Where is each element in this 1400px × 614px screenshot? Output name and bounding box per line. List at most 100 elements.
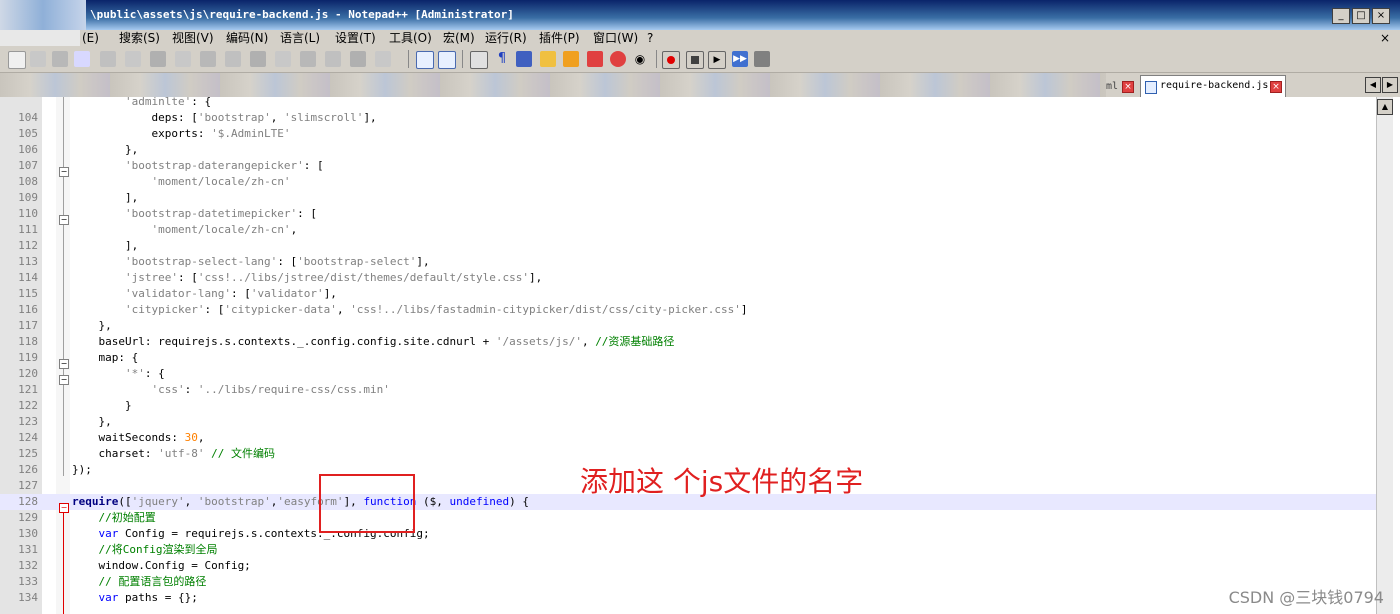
- line-number: 134: [18, 591, 38, 604]
- line-number: 126: [18, 463, 38, 476]
- menu-edit[interactable]: (E): [82, 30, 99, 46]
- sync-scroll-v-icon[interactable]: [416, 51, 434, 69]
- vertical-scrollbar[interactable]: ▲: [1376, 97, 1393, 614]
- user-lang-icon[interactable]: [540, 51, 556, 67]
- monitoring-eye-icon[interactable]: ◉: [632, 51, 648, 67]
- code-text: 'adminlte': {: [124, 97, 212, 108]
- blurred-app-icon: [0, 0, 86, 30]
- code-text: },: [72, 415, 112, 428]
- code-line: 107 'bootstrap-daterangepicker': [: [0, 158, 1376, 174]
- code-text: exports: '$.AdminLTE': [72, 127, 291, 140]
- menu-macro[interactable]: 宏(M): [443, 30, 475, 46]
- blurred-icon: [300, 51, 316, 67]
- menu-plugins[interactable]: 插件(P): [539, 30, 580, 46]
- code-text: ],: [72, 239, 139, 252]
- show-all-chars-icon[interactable]: ¶: [494, 51, 510, 67]
- blurred-icon: [52, 51, 68, 67]
- code-line: 105 exports: '$.AdminLTE': [0, 126, 1376, 142]
- code-text: // 配置语言包的路径: [98, 575, 207, 588]
- code-line: 106 },: [0, 142, 1376, 158]
- tab-close-icon[interactable]: ×: [1122, 81, 1134, 93]
- code-line: 115 'validator-lang': ['validator'],: [0, 286, 1376, 302]
- line-number: 116: [18, 303, 38, 316]
- code-text: waitSeconds: 30,: [72, 431, 205, 444]
- tab-close-icon[interactable]: ×: [1270, 81, 1282, 93]
- blurred-icon: [350, 51, 366, 67]
- code-text: 'moment/locale/zh-cn',: [151, 223, 298, 236]
- blurred-icon: [150, 51, 166, 67]
- code-text: deps: ['bootstrap', 'slimscroll'],: [72, 111, 377, 124]
- line-number: 107: [18, 159, 38, 172]
- line-number: 120: [18, 367, 38, 380]
- code-line: 118 baseUrl: requirejs.s.contexts._.conf…: [0, 334, 1376, 350]
- line-number: 133: [18, 575, 38, 588]
- code-line: 104 deps: ['bootstrap', 'slimscroll'],: [0, 110, 1376, 126]
- line-number: 110: [18, 207, 38, 220]
- menu-language[interactable]: 语言(L): [280, 30, 320, 46]
- line-number: 131: [18, 543, 38, 556]
- close-button[interactable]: ×: [1372, 8, 1390, 24]
- word-wrap-icon[interactable]: [470, 51, 488, 69]
- fold-toggle[interactable]: −: [59, 359, 69, 369]
- tab-scroll-right-icon[interactable]: ▶: [1382, 77, 1398, 93]
- maximize-button[interactable]: □: [1352, 8, 1370, 24]
- play-macro-icon[interactable]: ▶: [708, 51, 726, 69]
- menu-run[interactable]: 运行(R): [485, 30, 527, 46]
- tab-partial[interactable]: ml: [1106, 78, 1118, 96]
- fold-toggle[interactable]: −: [59, 167, 69, 177]
- run-macro-multiple-icon[interactable]: ▶▶: [732, 51, 748, 67]
- line-number: 125: [18, 447, 38, 460]
- window-title: \public\assets\js\require-backend.js - N…: [90, 8, 514, 21]
- code-text: 'bootstrap-datetimepicker': [: [124, 207, 318, 220]
- code-editor[interactable]: 'adminlte': { 104 deps: ['bootstrap', 'sl…: [0, 97, 1376, 614]
- line-number: 117: [18, 319, 38, 332]
- toolbar: ¶ ◉ ▶ ▶▶: [0, 46, 1400, 73]
- new-file-icon[interactable]: [8, 51, 26, 69]
- fold-toggle[interactable]: −: [59, 215, 69, 225]
- code-line: 113 'bootstrap-select-lang': ['bootstrap…: [0, 254, 1376, 270]
- doc-map-icon[interactable]: [563, 51, 579, 67]
- stop-macro-icon[interactable]: [686, 51, 704, 69]
- tab-label: require-backend.js: [1160, 80, 1269, 91]
- line-number: 128: [18, 495, 38, 508]
- tab-scroll-arrows: ◀ ▶: [1365, 77, 1398, 93]
- line-number: 132: [18, 559, 38, 572]
- code-line: 114 'jstree': ['css!../libs/jstree/dist/…: [0, 270, 1376, 286]
- toolbar-separator: [408, 50, 409, 68]
- line-number: 112: [18, 239, 38, 252]
- document-close-icon[interactable]: ×: [1380, 31, 1390, 45]
- blurred-icon: [325, 51, 341, 67]
- function-list-icon[interactable]: [587, 51, 603, 67]
- code-text: baseUrl: requirejs.s.contexts._.config.c…: [72, 335, 675, 348]
- menu-view[interactable]: 视图(V): [172, 30, 214, 46]
- fold-guide: [63, 97, 64, 476]
- minimize-button[interactable]: _: [1332, 8, 1350, 24]
- fold-toggle[interactable]: −: [59, 375, 69, 385]
- line-number: 123: [18, 415, 38, 428]
- menu-settings[interactable]: 设置(T): [335, 30, 376, 46]
- line-number: 127: [18, 479, 38, 492]
- code-line: 123 },: [0, 414, 1376, 430]
- indent-guide-icon[interactable]: [516, 51, 532, 67]
- fold-toggle[interactable]: −: [59, 503, 69, 513]
- tab-require-backend[interactable]: require-backend.js ×: [1140, 75, 1286, 97]
- code-line: 133 // 配置语言包的路径: [0, 574, 1376, 590]
- menu-encoding[interactable]: 编码(N): [226, 30, 268, 46]
- menu-search[interactable]: 搜索(S): [119, 30, 160, 46]
- line-number: 119: [18, 351, 38, 364]
- code-text: //将Config渲染到全局: [98, 543, 218, 556]
- save-macro-icon[interactable]: [754, 51, 770, 67]
- record-macro-icon[interactable]: [662, 51, 680, 69]
- folder-workspace-icon[interactable]: [610, 51, 626, 67]
- blurred-icon: [375, 51, 391, 67]
- menu-help[interactable]: ?: [647, 30, 653, 46]
- scroll-up-icon[interactable]: ▲: [1377, 99, 1393, 115]
- code-line: 122 }: [0, 398, 1376, 414]
- code-line: 134 var paths = {};: [0, 590, 1376, 606]
- sync-scroll-h-icon[interactable]: [438, 51, 456, 69]
- menu-tools[interactable]: 工具(O): [389, 30, 432, 46]
- menu-window[interactable]: 窗口(W): [593, 30, 638, 46]
- code-text: 'bootstrap-select-lang': ['bootstrap-sel…: [124, 255, 430, 268]
- blurred-icon: [30, 51, 46, 67]
- tab-scroll-left-icon[interactable]: ◀: [1365, 77, 1381, 93]
